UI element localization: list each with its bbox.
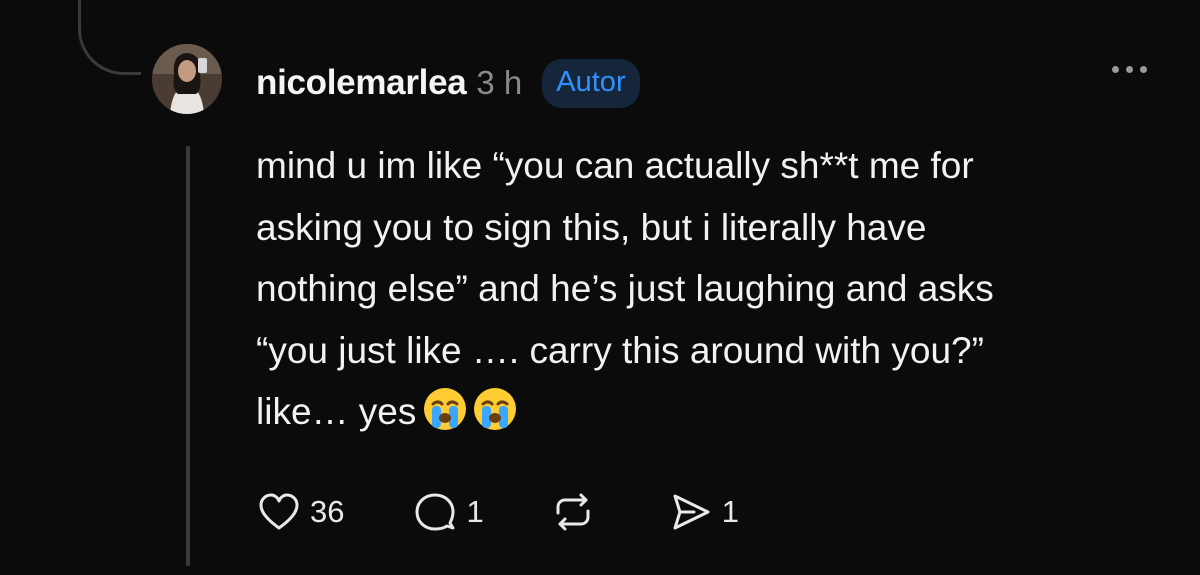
share-count: 1 — [721, 494, 739, 529]
more-options-button[interactable] — [1112, 60, 1147, 79]
post-text-line: nothing else” and he’s just laughing and… — [256, 268, 994, 309]
more-dot-icon — [1126, 66, 1133, 73]
post-text-line: like… yes — [256, 391, 417, 432]
thread-connector-curve — [78, 0, 141, 75]
reply-button[interactable]: 1 — [412, 489, 484, 535]
heart-icon — [259, 493, 299, 530]
post-body: mind u im like “you can actually sh**t m… — [256, 135, 1156, 443]
like-button[interactable]: 36 — [256, 489, 344, 535]
post-text-line: asking you to sign this, but i literally… — [256, 206, 927, 248]
avatar[interactable] — [152, 44, 222, 114]
loudly-crying-face-icon — [474, 388, 517, 430]
send-icon — [673, 494, 710, 530]
post-text-line: “you just like …. carry this around with… — [256, 329, 984, 371]
timestamp: 3 h — [476, 64, 523, 101]
repost-icon — [556, 493, 590, 531]
username[interactable]: nicolemarlea — [256, 63, 467, 103]
like-count: 36 — [310, 494, 345, 529]
more-dot-icon — [1140, 66, 1147, 73]
author-badge: Autor — [542, 58, 640, 108]
more-dot-icon — [1112, 66, 1119, 73]
repost-button[interactable] — [550, 489, 604, 535]
loudly-crying-face-icon — [424, 388, 467, 430]
thread-line — [186, 146, 190, 566]
avatar-image — [152, 44, 222, 114]
share-button[interactable]: 1 — [668, 489, 739, 535]
emoji-group — [422, 386, 518, 432]
comment-icon — [415, 493, 455, 531]
post-text-line: mind u im like “you can actually sh**t m… — [256, 145, 974, 186]
action-bar: 36 1 1 — [256, 487, 739, 537]
post-header: nicolemarlea 3 h Autor — [256, 56, 640, 110]
reply-count: 1 — [466, 494, 484, 529]
